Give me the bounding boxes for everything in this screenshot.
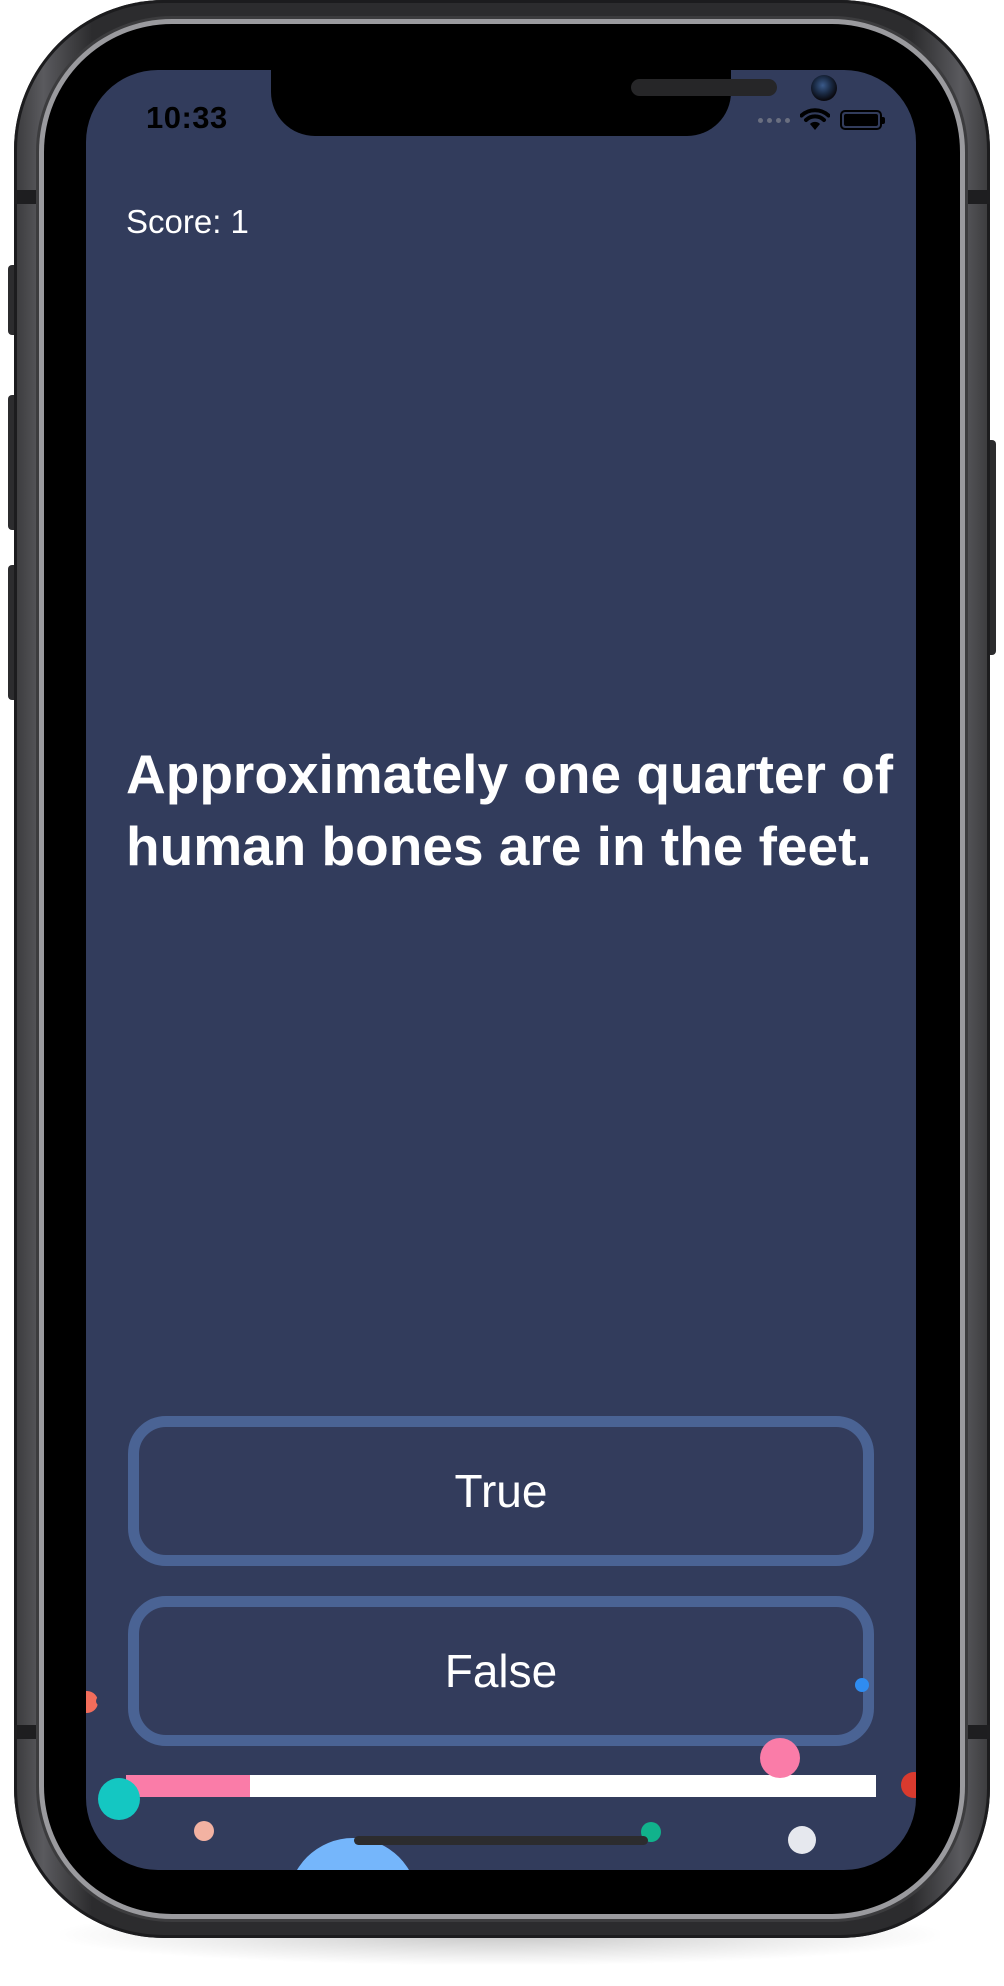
score-label: Score: 1	[126, 203, 249, 240]
home-indicator[interactable]	[354, 1836, 648, 1845]
front-camera	[811, 75, 837, 101]
progress-fill	[126, 1775, 250, 1797]
false-button[interactable]: False	[128, 1596, 874, 1746]
confetti-dot	[194, 1821, 214, 1841]
notch	[271, 70, 837, 136]
signal-icon	[758, 117, 790, 123]
wifi-icon	[800, 108, 830, 130]
question-text: Approximately one quarter of human bones…	[126, 743, 894, 877]
app-screen: 10:33 Score: 1 Approximately one quarter…	[86, 70, 916, 1870]
earpiece-speaker	[631, 79, 777, 96]
confetti-dot	[98, 1778, 140, 1820]
progress-bar	[126, 1775, 876, 1797]
confetti-dot	[96, 1696, 106, 1706]
confetti-dot	[760, 1738, 800, 1778]
confetti-dot	[788, 1826, 816, 1854]
confetti-dot	[855, 1678, 869, 1692]
status-indicators	[758, 108, 885, 132]
battery-icon	[840, 110, 885, 130]
true-button[interactable]: True	[128, 1416, 874, 1566]
confetti-dot	[901, 1772, 916, 1798]
status-time: 10:33	[146, 100, 228, 135]
